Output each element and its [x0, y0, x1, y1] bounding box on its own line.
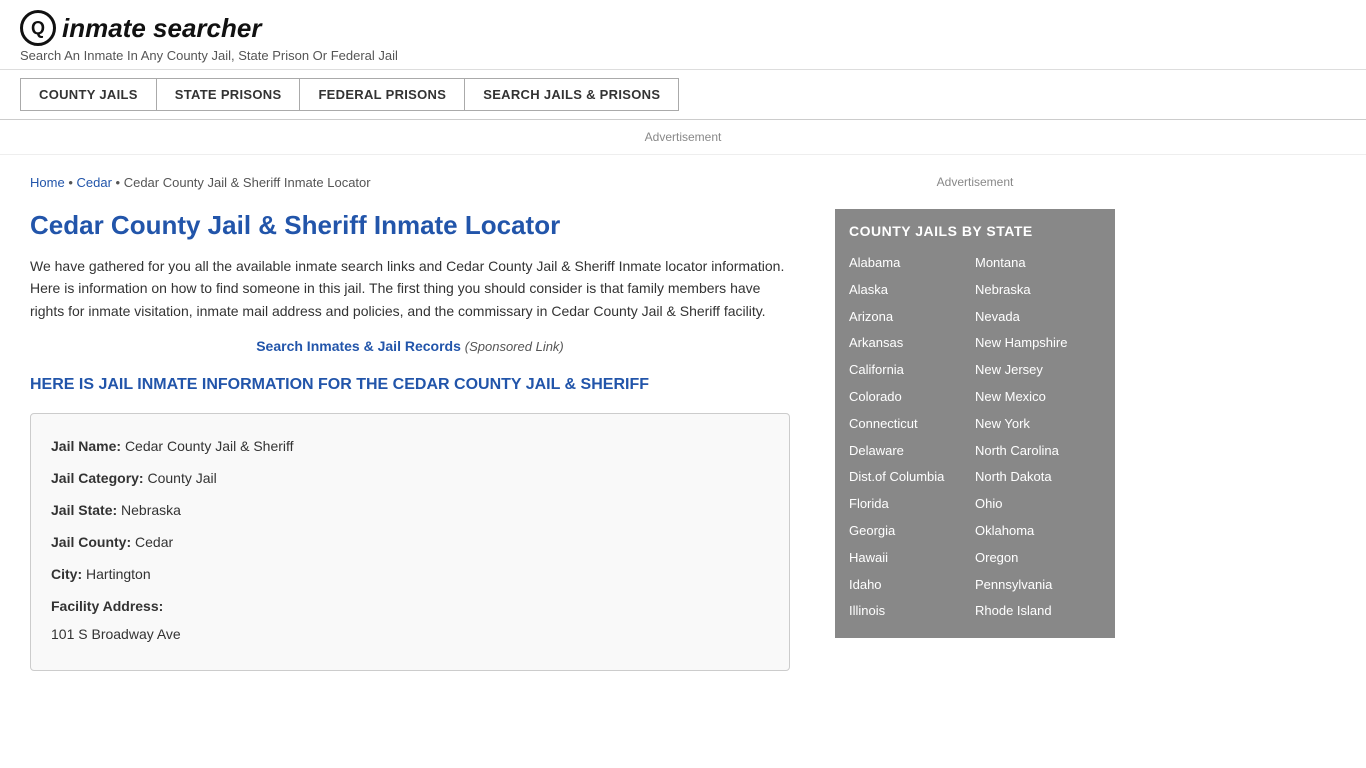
- state-link[interactable]: Alabama: [849, 251, 975, 276]
- state-link[interactable]: New Jersey: [975, 358, 1101, 383]
- state-link[interactable]: Pennsylvania: [975, 573, 1101, 598]
- logo-area: Q inmate searcher: [20, 10, 1346, 46]
- nav-bar: COUNTY JAILS STATE PRISONS FEDERAL PRISO…: [0, 70, 1366, 120]
- state-link[interactable]: Alaska: [849, 278, 975, 303]
- state-box-title: COUNTY JAILS BY STATE: [849, 223, 1101, 239]
- state-link[interactable]: New Hampshire: [975, 331, 1101, 356]
- nav-county-jails[interactable]: COUNTY JAILS: [20, 78, 156, 111]
- page-title: Cedar County Jail & Sheriff Inmate Locat…: [30, 210, 790, 241]
- county-jails-by-state-box: COUNTY JAILS BY STATE AlabamaAlaskaArizo…: [835, 209, 1115, 638]
- state-link[interactable]: Nevada: [975, 305, 1101, 330]
- jail-state-label: Jail State:: [51, 502, 117, 518]
- ad-banner-top: Advertisement: [0, 120, 1366, 155]
- jail-county-row: Jail County: Cedar: [51, 528, 769, 556]
- info-box: Jail Name: Cedar County Jail & Sheriff J…: [30, 413, 790, 671]
- state-link[interactable]: Florida: [849, 492, 975, 517]
- state-link[interactable]: New York: [975, 412, 1101, 437]
- state-link[interactable]: Rhode Island: [975, 599, 1101, 624]
- nav-state-prisons[interactable]: STATE PRISONS: [156, 78, 300, 111]
- sponsored-link-section: Search Inmates & Jail Records (Sponsored…: [30, 338, 790, 354]
- state-link[interactable]: Dist.of Columbia: [849, 465, 975, 490]
- state-link[interactable]: Idaho: [849, 573, 975, 598]
- jail-category-row: Jail Category: County Jail: [51, 464, 769, 492]
- city-label: City:: [51, 566, 82, 582]
- jail-category-label: Jail Category:: [51, 470, 144, 486]
- state-link[interactable]: Nebraska: [975, 278, 1101, 303]
- state-link[interactable]: Connecticut: [849, 412, 975, 437]
- breadcrumb: Home • Cedar • Cedar County Jail & Sheri…: [30, 175, 790, 190]
- state-link[interactable]: Oklahoma: [975, 519, 1101, 544]
- jail-category-value: County Jail: [147, 470, 216, 486]
- address-value: 101 S Broadway Ave: [51, 620, 769, 648]
- breadcrumb-current: Cedar County Jail & Sheriff Inmate Locat…: [124, 175, 371, 190]
- state-link[interactable]: Arkansas: [849, 331, 975, 356]
- inmate-section-heading: HERE IS JAIL INMATE INFORMATION FOR THE …: [30, 374, 790, 396]
- state-link[interactable]: Delaware: [849, 439, 975, 464]
- sponsored-link[interactable]: Search Inmates & Jail Records: [256, 338, 461, 354]
- logo-text: inmate searcher: [62, 13, 261, 44]
- description: We have gathered for you all the availab…: [30, 255, 790, 322]
- nav-search-jails[interactable]: SEARCH JAILS & PRISONS: [464, 78, 679, 111]
- jail-county-label: Jail County:: [51, 534, 131, 550]
- state-link[interactable]: California: [849, 358, 975, 383]
- states-left-column: AlabamaAlaskaArizonaArkansasCaliforniaCo…: [849, 251, 975, 624]
- breadcrumb-home[interactable]: Home: [30, 175, 65, 190]
- jail-name-value: Cedar County Jail & Sheriff: [125, 438, 294, 454]
- jail-name-label: Jail Name:: [51, 438, 121, 454]
- state-link[interactable]: Georgia: [849, 519, 975, 544]
- header: Q inmate searcher Search An Inmate In An…: [0, 0, 1366, 70]
- state-link[interactable]: New Mexico: [975, 385, 1101, 410]
- nav-federal-prisons[interactable]: FEDERAL PRISONS: [299, 78, 464, 111]
- city-value: Hartington: [86, 566, 151, 582]
- logo-icon: Q: [20, 10, 56, 46]
- jail-county-value: Cedar: [135, 534, 173, 550]
- address-row: Facility Address: 101 S Broadway Ave: [51, 592, 769, 648]
- address-label: Facility Address:: [51, 598, 163, 614]
- state-link[interactable]: Ohio: [975, 492, 1101, 517]
- breadcrumb-cedar[interactable]: Cedar: [76, 175, 111, 190]
- state-link[interactable]: Montana: [975, 251, 1101, 276]
- sidebar-ad: Advertisement: [835, 165, 1115, 209]
- content-area: Home • Cedar • Cedar County Jail & Sheri…: [0, 155, 820, 691]
- main-layout: Home • Cedar • Cedar County Jail & Sheri…: [0, 155, 1366, 691]
- state-columns: AlabamaAlaskaArizonaArkansasCaliforniaCo…: [849, 251, 1101, 624]
- state-link[interactable]: Hawaii: [849, 546, 975, 571]
- states-right-column: MontanaNebraskaNevadaNew HampshireNew Je…: [975, 251, 1101, 624]
- state-link[interactable]: Colorado: [849, 385, 975, 410]
- tagline: Search An Inmate In Any County Jail, Sta…: [20, 48, 1346, 63]
- sponsored-suffix: (Sponsored Link): [465, 339, 564, 354]
- state-link[interactable]: Illinois: [849, 599, 975, 624]
- state-link[interactable]: Arizona: [849, 305, 975, 330]
- state-link[interactable]: North Dakota: [975, 465, 1101, 490]
- state-link[interactable]: Oregon: [975, 546, 1101, 571]
- jail-name-row: Jail Name: Cedar County Jail & Sheriff: [51, 432, 769, 460]
- sidebar: Advertisement COUNTY JAILS BY STATE Alab…: [820, 155, 1130, 691]
- jail-state-value: Nebraska: [121, 502, 181, 518]
- state-link[interactable]: North Carolina: [975, 439, 1101, 464]
- jail-state-row: Jail State: Nebraska: [51, 496, 769, 524]
- city-row: City: Hartington: [51, 560, 769, 588]
